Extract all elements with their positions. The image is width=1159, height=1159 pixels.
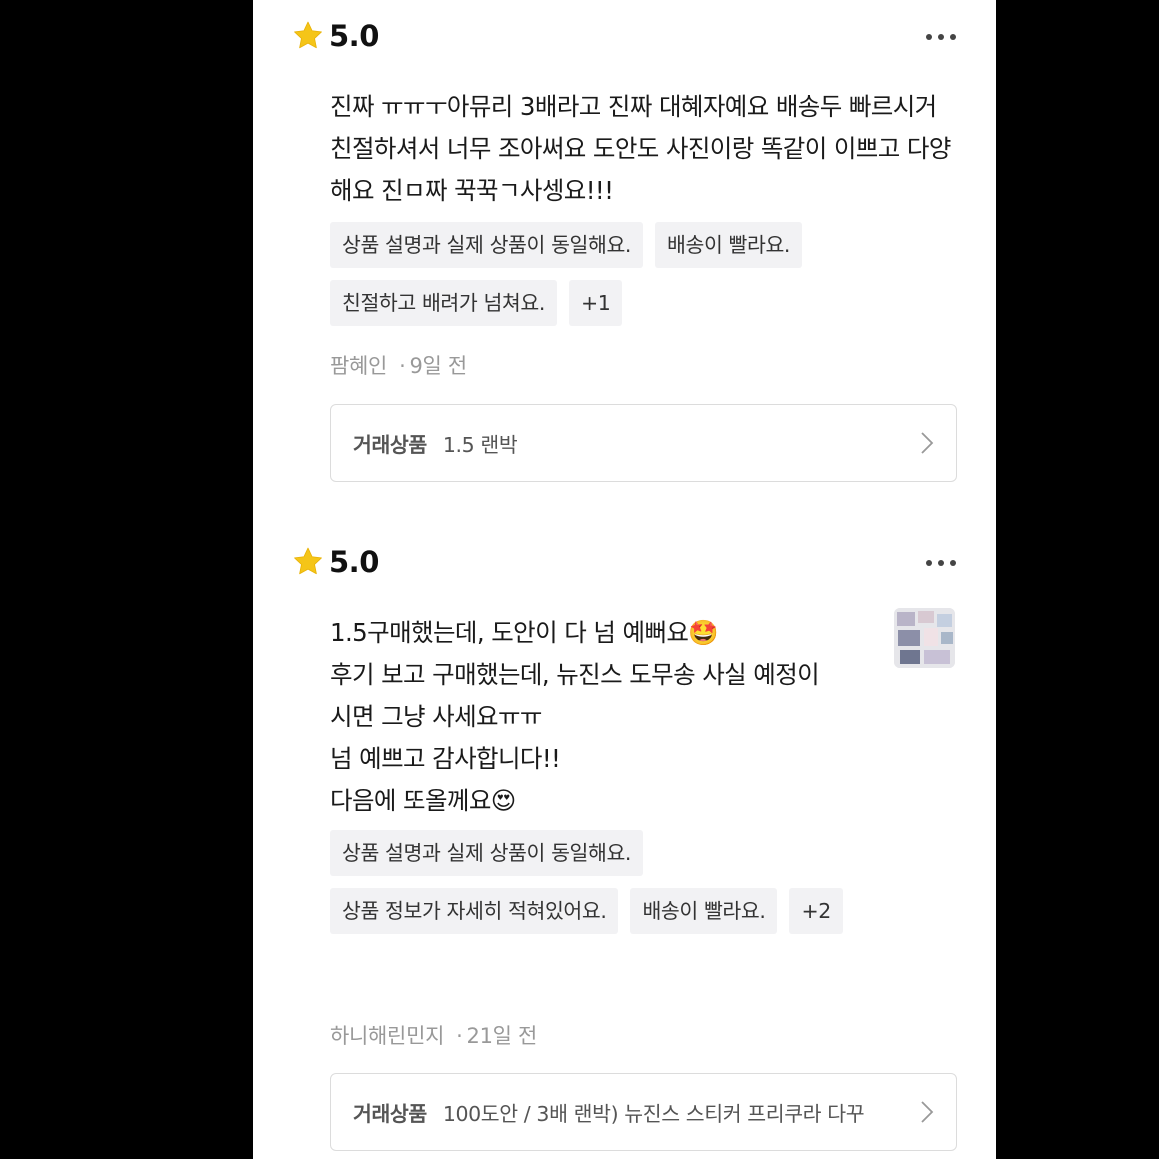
review-tag: 친절하고 배려가 넘쳐요.	[330, 280, 557, 326]
review-time: 9일 전	[409, 354, 467, 378]
author-name: 팜혜인	[330, 354, 388, 378]
review-time: 21일 전	[466, 1024, 538, 1048]
review-text-line: 1.5구매했는데, 도안이 다 넘 예뻐요🤩	[330, 618, 719, 647]
more-options-icon[interactable]	[926, 560, 956, 566]
product-name: 1.5 랜박	[442, 433, 518, 457]
traded-product-link[interactable]: 거래상품 100도안 / 3배 랜박) 뉴진스 스티커 프리쿠라 다꾸	[330, 1073, 957, 1151]
review-tag: 배송이 빨라요.	[630, 888, 778, 934]
rating-row: 5.0	[291, 544, 379, 580]
more-tags-button[interactable]: +1	[568, 280, 623, 326]
star-icon	[294, 21, 322, 49]
star-icon	[294, 547, 322, 575]
review-tags: 상품 설명과 실제 상품이 동일해요. 배송이 빨라요. 친절하고 배려가 넘쳐…	[330, 222, 890, 326]
review-text: 진짜 ㅠㅠㅜ아뮤리 3배라고 진짜 대혜자예요 배송두 빠르시거 친절하셔서 너…	[330, 92, 951, 205]
rating-row: 5.0	[291, 18, 379, 54]
product-name: 100도안 / 3배 랜박) 뉴진스 스티커 프리쿠라 다꾸	[442, 1102, 865, 1126]
review-text-line: 후기 보고 구매했는데, 뉴진스 도무송 사실 예정이	[330, 660, 820, 689]
review-text-line: 다음에 또올께요😍	[330, 786, 516, 815]
author-name: 하니해린민지	[330, 1024, 445, 1048]
review-tags: 상품 설명과 실제 상품이 동일해요. 상품 정보가 자세히 적혀있어요. 배송…	[330, 830, 890, 934]
review-text-line: 넘 예쁘고 감사합니다!!	[330, 744, 561, 773]
product-label: 거래상품	[353, 1102, 427, 1126]
rating-value: 5.0	[329, 545, 379, 579]
product-label: 거래상품	[353, 433, 427, 457]
chevron-right-icon	[921, 432, 934, 454]
review-tag: 배송이 빨라요.	[655, 222, 803, 268]
chevron-right-icon	[921, 1101, 934, 1123]
more-options-icon[interactable]	[926, 34, 956, 40]
review-list-panel: 5.0 진짜 ㅠㅠㅜ아뮤리 3배라고 진짜 대혜자예요 배송두 빠르시거 친절하…	[253, 0, 996, 1159]
review-text-line: 시면 그냥 사세요ㅠㅠ	[330, 702, 542, 731]
traded-product-link[interactable]: 거래상품 1.5 랜박	[330, 404, 957, 482]
review-text: 1.5구매했는데, 도안이 다 넘 예뻐요🤩 후기 보고 구매했는데, 뉴진스 …	[330, 612, 870, 822]
review-tag: 상품 설명과 실제 상품이 동일해요.	[330, 830, 644, 876]
review-photo-thumbnail[interactable]	[894, 608, 955, 668]
rating-value: 5.0	[329, 19, 379, 53]
review-meta: 팜혜인 · 9일 전	[330, 354, 467, 378]
more-tags-button[interactable]: +2	[789, 888, 843, 934]
review-tag: 상품 정보가 자세히 적혀있어요.	[330, 888, 619, 934]
review-tag: 상품 설명과 실제 상품이 동일해요.	[330, 222, 644, 268]
review-meta: 하니해린민지 · 21일 전	[330, 1024, 538, 1048]
